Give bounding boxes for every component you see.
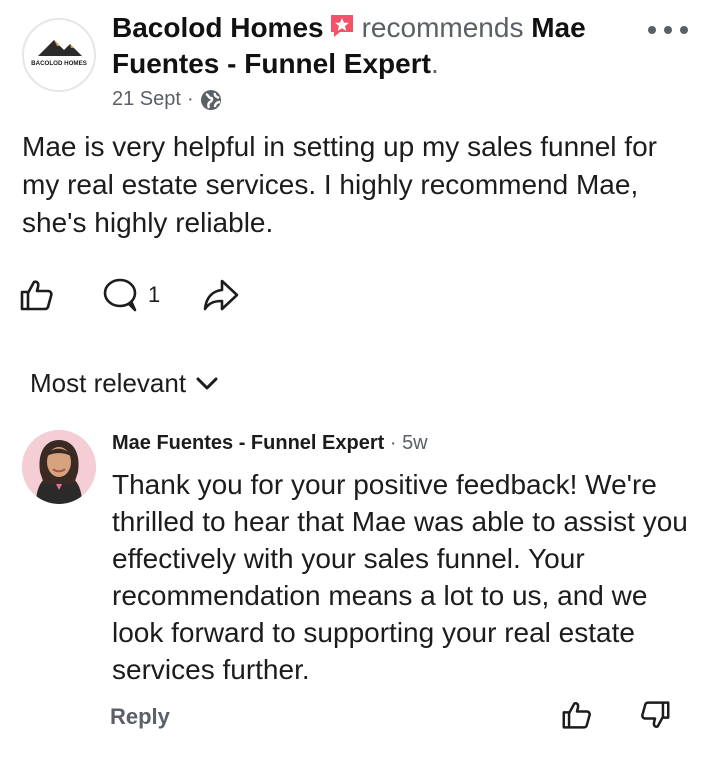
post-date[interactable]: 21 Sept [112,88,181,111]
bacolod-homes-logo: BACOLOD HOMES [31,40,87,67]
globe-icon[interactable] [200,89,222,111]
sort-label: Most relevant [30,368,187,398]
reply-button[interactable]: Reply [110,704,170,730]
recommends-text: recommends [361,12,524,43]
like-button[interactable] [20,278,54,312]
share-button[interactable] [202,278,240,312]
more-options-button[interactable] [648,18,688,42]
comment-like-button[interactable] [562,700,592,735]
logo-text: BACOLOD HOMES [31,60,87,67]
star-badge-icon [330,15,353,37]
chevron-down-icon [196,377,218,389]
post-meta: 21 Sept · [112,88,222,111]
post-author-name[interactable]: Bacolod Homes [112,12,324,43]
thumbs-up-icon [562,702,591,729]
comment-separator: · [389,432,397,454]
meta-separator: · [186,88,194,110]
comment-header: Mae Fuentes - Funnel Expert · 5w [112,428,428,458]
page-avatar[interactable]: BACOLOD HOMES [22,18,96,92]
post-header: BACOLOD HOMES Bacolod Homes recommends M… [22,10,692,120]
post-body: Mae is very helpful in setting up my sal… [22,131,657,238]
comment-footer: Reply [110,700,690,736]
thumbs-down-icon [641,701,670,728]
post-title: Bacolod Homes recommends Mae Fuentes - F… [112,12,586,79]
comment-text: Thank you for your positive feedback! We… [112,469,688,685]
post-action-bar: 1 [20,275,240,315]
avatar[interactable] [22,430,96,504]
comment-dislike-button[interactable] [640,700,670,735]
comment-bubble-icon [103,278,137,312]
more-horizontal-icon [648,26,656,34]
share-arrow-icon [203,279,239,311]
comment-sort-dropdown[interactable]: Most relevant [30,368,218,399]
comment-button[interactable]: 1 [102,277,160,313]
thumbs-up-icon [20,280,53,311]
comment-count: 1 [148,282,161,307]
comment-author-name[interactable]: Mae Fuentes - Funnel Expert [112,432,384,454]
comment-age: 5w [402,432,428,454]
profile-photo [22,430,96,504]
